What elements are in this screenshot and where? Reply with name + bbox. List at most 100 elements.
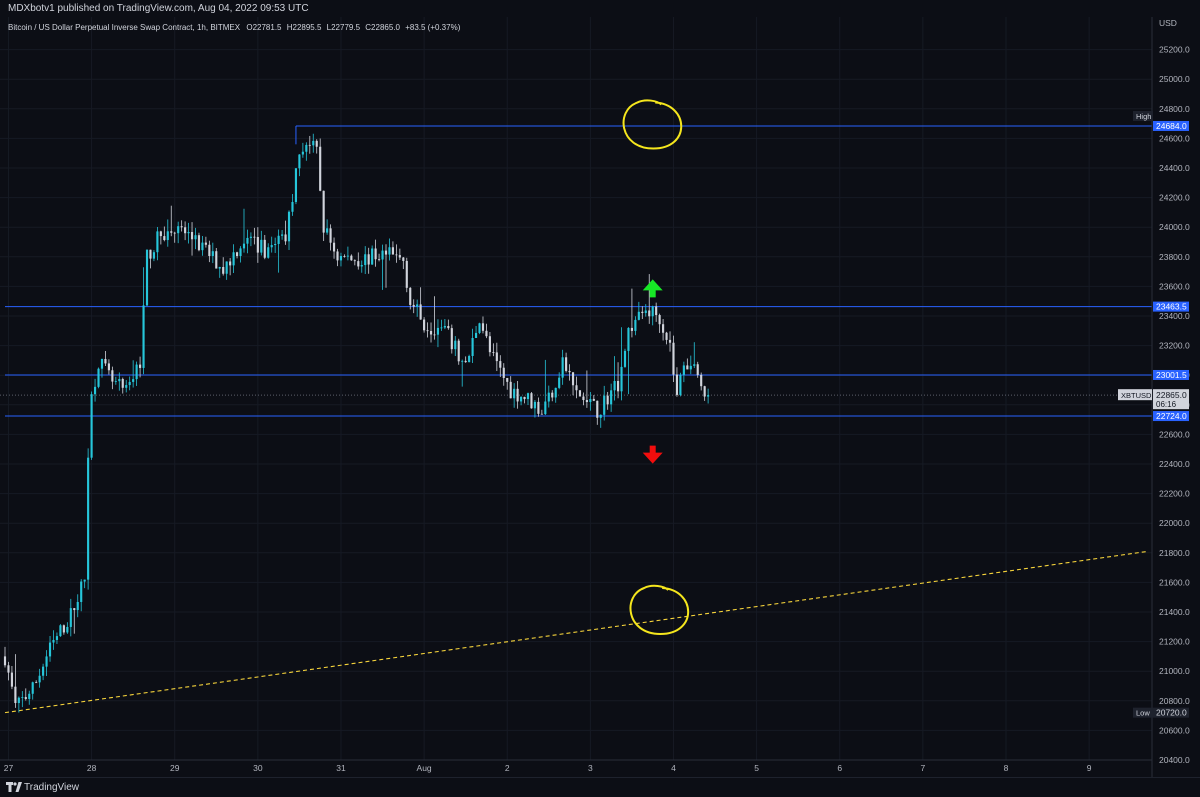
candle-body <box>305 144 308 152</box>
candle-body <box>471 337 474 356</box>
candle-body <box>76 601 79 611</box>
candle-body <box>398 255 401 258</box>
candle-body <box>488 336 491 353</box>
candle-body <box>651 306 654 317</box>
candle-body <box>665 332 668 340</box>
y-tick-label: 20600.0 <box>1159 725 1190 735</box>
candle-body <box>218 267 221 269</box>
candle-body <box>440 327 443 329</box>
candle-body <box>540 413 543 415</box>
legend-overlay: Bitcoin / US Dollar Perpetual Inverse Sw… <box>8 23 461 32</box>
candle-body <box>284 234 287 242</box>
candle-body <box>592 398 595 401</box>
candle-body <box>610 390 613 405</box>
x-tick-label: 6 <box>837 763 842 773</box>
candle-body <box>312 140 315 146</box>
symbol-description[interactable]: Bitcoin / US Dollar Perpetual Inverse Sw… <box>8 23 241 32</box>
candle-body <box>627 327 630 351</box>
candle-body <box>350 255 353 261</box>
candle-body <box>637 311 640 320</box>
candle-body <box>14 686 17 704</box>
x-tick-label: 31 <box>336 763 346 773</box>
candle-body <box>201 242 204 251</box>
candle-body <box>287 211 291 242</box>
candle-body <box>100 358 104 369</box>
candle-body <box>596 400 599 418</box>
candle-body <box>263 239 266 258</box>
candle-body <box>433 334 436 336</box>
candle-body <box>402 257 405 261</box>
ohlc-high: H22895.5 <box>287 23 322 32</box>
candle-body <box>443 326 446 328</box>
candle-body <box>620 366 623 392</box>
candle-body <box>485 330 488 337</box>
candle-body <box>672 342 675 375</box>
candle-body <box>156 231 159 253</box>
candle-body <box>52 639 55 643</box>
ohlc-low: L22779.5 <box>327 23 361 32</box>
candle-body <box>506 378 509 382</box>
candle-body <box>326 228 329 233</box>
y-tick-label: 21600.0 <box>1159 577 1190 587</box>
y-tick-label: 25200.0 <box>1159 45 1190 55</box>
candle-body <box>90 394 93 458</box>
candle-body <box>353 260 356 262</box>
candle-body <box>558 377 561 388</box>
candle-body <box>3 656 7 666</box>
candle-body <box>107 363 110 371</box>
candle-body <box>301 151 304 155</box>
candle-body <box>135 364 138 380</box>
candle-body <box>561 357 564 378</box>
candle-body <box>371 248 374 265</box>
candle-body <box>149 249 152 259</box>
candle-body <box>662 324 665 333</box>
candle-body <box>582 396 585 401</box>
candle-body <box>658 315 661 325</box>
candle-body <box>474 332 478 338</box>
x-tick-label: 3 <box>588 763 593 773</box>
candle-body <box>291 201 294 212</box>
candle-body <box>253 236 256 238</box>
x-tick-label: 30 <box>253 763 263 773</box>
candle-body <box>495 352 498 362</box>
candle-body <box>194 235 197 240</box>
candle-body <box>142 305 145 368</box>
level-price-tag: 22724.0 <box>1156 411 1187 421</box>
candle-body <box>468 355 471 363</box>
candle-body <box>364 254 367 266</box>
y-tick-label: 23600.0 <box>1159 281 1190 291</box>
candle-body <box>24 697 27 699</box>
candle-body <box>235 252 239 257</box>
candle-body <box>190 232 194 240</box>
candle-body <box>523 396 526 400</box>
candle-body <box>322 190 325 233</box>
candle-body <box>613 380 616 391</box>
candle-body <box>516 388 519 402</box>
candle-body <box>315 140 318 147</box>
chart-background <box>0 0 1200 796</box>
candle-body <box>281 234 284 236</box>
countdown-tag: 06:16 <box>1156 400 1177 409</box>
candle-body <box>499 361 502 368</box>
candle-body <box>329 228 332 243</box>
x-tick-label: Aug <box>417 763 432 773</box>
candle-body <box>270 245 273 248</box>
tradingview-logo-icon[interactable] <box>6 782 22 793</box>
candle-body <box>83 579 86 582</box>
candle-body <box>551 392 554 398</box>
candle-body <box>689 365 692 370</box>
candle-body <box>575 385 578 391</box>
candle-body <box>606 395 609 405</box>
x-tick-label: 27 <box>4 763 14 773</box>
candle-body <box>197 235 201 251</box>
candle-body <box>28 693 31 699</box>
candle-body <box>357 261 360 267</box>
candle-body <box>405 260 408 288</box>
candle-body <box>48 642 52 657</box>
candle-body <box>239 248 242 257</box>
candle-body <box>461 360 464 362</box>
candle-body <box>294 168 298 202</box>
price-chart[interactable]: USD 20400.020600.020800.021000.021200.02… <box>0 0 1200 796</box>
candle-body <box>152 252 156 259</box>
level-price-tag: 23463.5 <box>1156 302 1187 312</box>
